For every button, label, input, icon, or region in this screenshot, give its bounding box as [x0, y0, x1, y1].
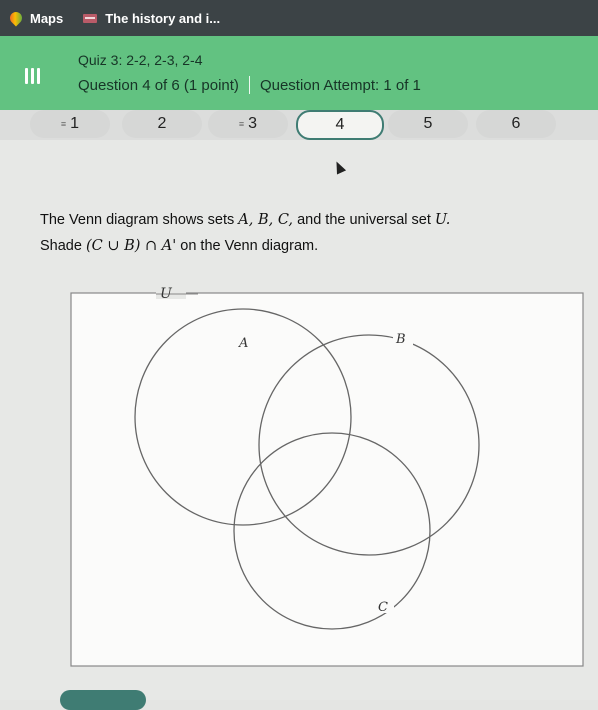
universal-set-label: U [160, 286, 173, 302]
prompt-line-2: Shade (C ∪ B) ∩ A' on the Venn diagram. [40, 238, 319, 254]
attempt-info: Question Attempt: 1 of 1 [259, 76, 421, 94]
divider [248, 76, 250, 94]
maps-icon [7, 9, 25, 27]
question-nav-label: 1 [70, 115, 80, 132]
bookmark-maps[interactable]: Maps [7, 9, 64, 27]
question-nav-3[interactable]: ≡ 3 [208, 110, 288, 138]
quiz-header: Quiz 3: 2-2, 2-3, 2-4 Question 4 of 6 (1… [0, 36, 598, 110]
question-nav-label: 5 [423, 115, 433, 132]
question-prompt: The Venn diagram shows sets A, B, C, and… [40, 207, 450, 259]
question-nav: ≡ 1 2 ≡ 3 4 5 6 [0, 110, 598, 140]
question-nav-label: 6 [511, 115, 521, 132]
menu-icon[interactable] [25, 68, 40, 84]
bottom-action-button[interactable] [60, 690, 146, 710]
flag-icon: ≡ [60, 119, 67, 129]
question-status: Question 4 of 6 (1 point) Question Attem… [78, 76, 421, 94]
question-nav-1[interactable]: ≡ 1 [30, 110, 110, 138]
bookmark-history[interactable]: The history and i... [83, 11, 220, 26]
question-nav-label: 4 [335, 116, 345, 133]
flag-icon: ≡ [238, 119, 245, 129]
bookmark-history-label: The history and i... [105, 10, 221, 26]
bookmark-maps-label: Maps [30, 10, 64, 26]
site-favicon-icon [83, 13, 98, 23]
set-c-label: C [378, 600, 388, 615]
venn-diagram[interactable]: U A B C [70, 283, 585, 668]
question-nav-2[interactable]: 2 [122, 110, 202, 138]
question-nav-5[interactable]: 5 [388, 110, 468, 138]
quiz-title: Quiz 3: 2-2, 2-3, 2-4 [78, 52, 203, 68]
question-nav-label: 2 [157, 115, 167, 132]
question-nav-6[interactable]: 6 [476, 110, 556, 138]
prompt-line-1: The Venn diagram shows sets A, B, C, and… [40, 212, 451, 228]
question-nav-4[interactable]: 4 [296, 110, 384, 140]
question-info: Question 4 of 6 (1 point) [78, 76, 239, 94]
bookmarks-bar: Maps The history and i... [0, 0, 598, 36]
set-a-label: A [238, 336, 248, 351]
set-b-label: B [395, 332, 406, 347]
question-nav-label: 3 [248, 115, 258, 132]
